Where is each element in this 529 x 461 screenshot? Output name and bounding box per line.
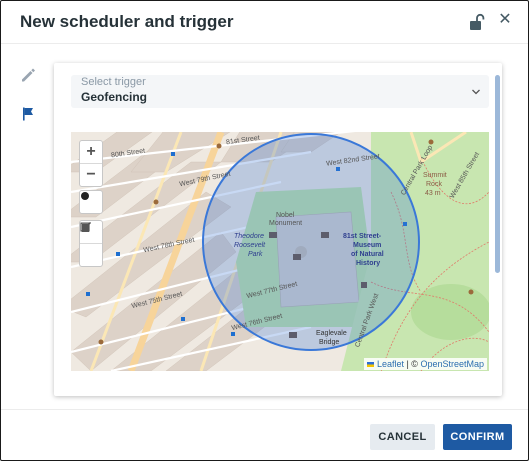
map-label: Summit [423,172,447,179]
leaflet-flag-icon [367,362,375,368]
confirm-button[interactable]: CONFIRM [443,424,512,450]
draw-circle-button[interactable] [80,191,102,213]
cancel-button[interactable]: CANCEL [370,424,435,450]
map[interactable]: Theodore Roosevelt Park 81st Street- Mus… [71,132,489,371]
map-label: Rock [426,181,442,188]
osm-link[interactable]: OpenStreetMap [420,359,484,369]
scrollbar[interactable] [495,75,500,273]
map-label: Roosevelt [234,242,266,249]
map-label: History [356,260,381,267]
zoom-out-button[interactable]: − [80,163,102,186]
dialog: New scheduler and trigger ✕ Select trigg… [0,0,529,461]
select-value: Geofencing [81,90,148,104]
map-label: Bridge [319,339,340,346]
edit-control [79,220,103,267]
select-label: Select trigger [81,76,146,88]
circle-icon [81,192,89,200]
draw-circle-control [79,190,103,214]
dialog-footer: CANCEL CONFIRM [1,409,528,460]
map-label: Park [248,251,263,258]
close-icon[interactable]: ✕ [498,12,512,28]
unlock-icon[interactable] [469,13,485,31]
pencil-icon[interactable] [20,67,36,83]
map-label: Nobel [276,212,295,219]
attribution-separator: | © [403,359,421,369]
trigger-panel: Select trigger Geofencing Theodore Roose… [54,63,502,396]
map-label: Museum [353,242,382,249]
map-label: of Natural [351,251,384,258]
delete-layers-button[interactable] [80,222,102,266]
dialog-title: New scheduler and trigger [20,12,234,31]
trash-icon [81,222,90,232]
map-label: Eaglevale [316,330,347,337]
map-label: Monument [269,220,303,227]
zoom-control: + − [79,140,103,187]
dialog-header: New scheduler and trigger ✕ [1,1,528,44]
map-attribution: Leaflet | © OpenStreetMap [364,358,487,370]
zoom-in-button[interactable]: + [80,141,102,163]
map-tiles [71,132,489,371]
leaflet-link[interactable]: Leaflet [377,359,404,369]
chevron-down-icon [472,89,480,95]
map-label: 81st Street- [343,233,382,240]
map-label: 43 m [425,190,441,197]
flag-icon[interactable] [20,106,36,122]
trigger-select[interactable]: Select trigger Geofencing [71,75,489,108]
map-label: Theodore [234,233,264,240]
